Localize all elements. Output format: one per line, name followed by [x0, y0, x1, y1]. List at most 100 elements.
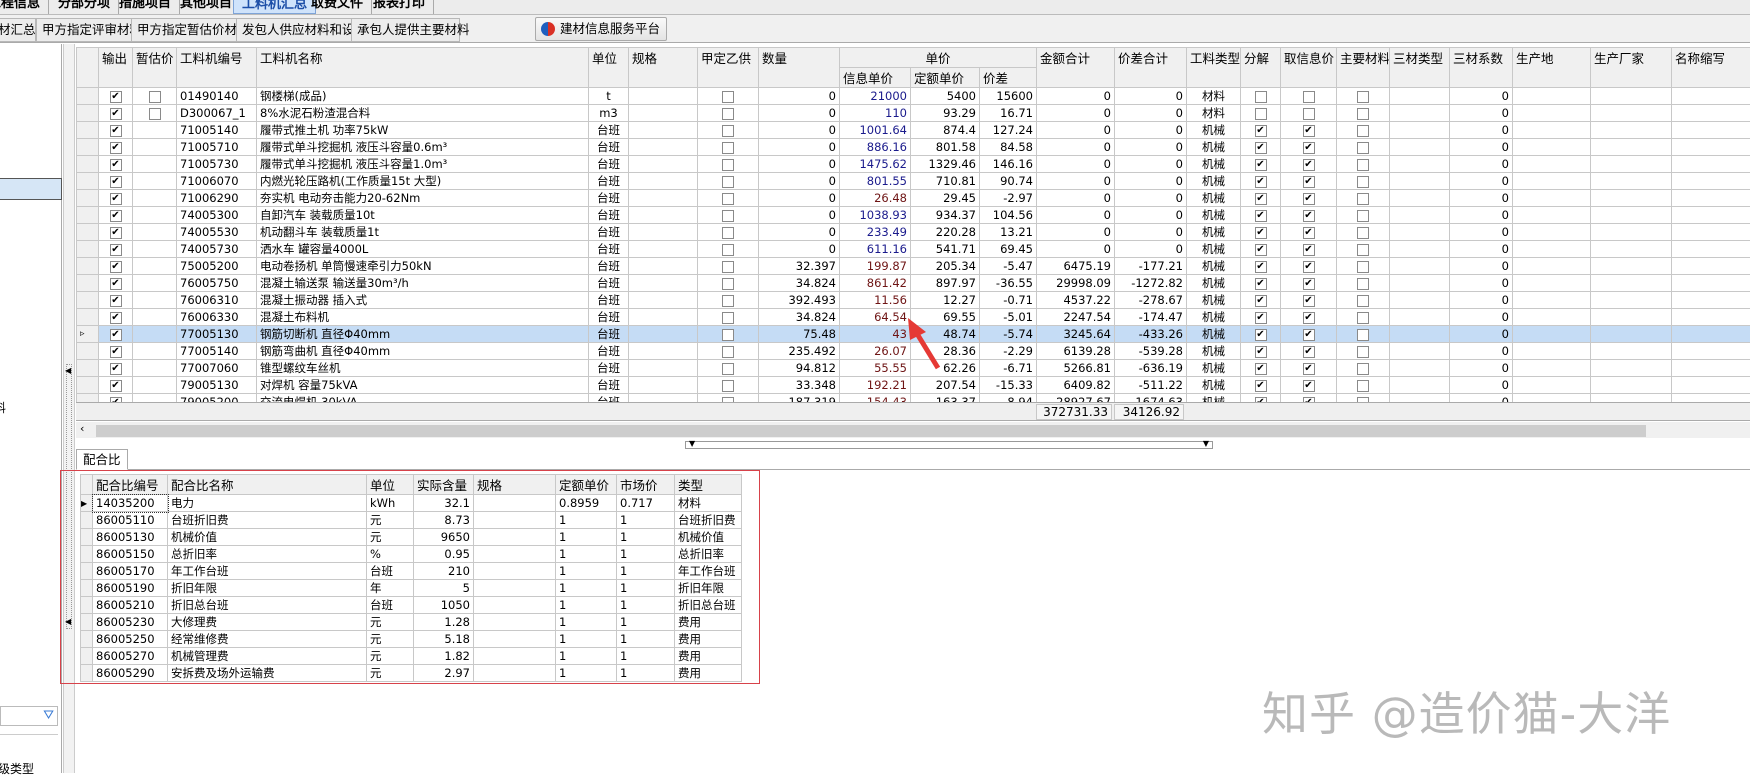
- table-row[interactable]: ✔76006310混凝土振动器 插入式台班392.49311.5612.27-0…: [77, 292, 1750, 309]
- scroll-left-icon[interactable]: ‹: [80, 422, 84, 435]
- header-qty[interactable]: 数量: [759, 48, 840, 88]
- three-type-cell[interactable]: [1390, 360, 1450, 377]
- three-type-cell[interactable]: [1390, 173, 1450, 190]
- main-material-cell[interactable]: [1337, 173, 1390, 190]
- maker-cell[interactable]: [1591, 88, 1672, 105]
- maker-cell[interactable]: [1591, 360, 1672, 377]
- decompose-cell[interactable]: ✔: [1241, 360, 1281, 377]
- owner-supply-checkbox[interactable]: [722, 91, 734, 103]
- owner-supply-cell[interactable]: [698, 241, 759, 258]
- abbr-cell[interactable]: [1672, 190, 1750, 207]
- table-row[interactable]: ✔71005730履带式单斗挖掘机 液压斗容量1.0m³台班01475.6213…: [77, 156, 1750, 173]
- use-info-cell[interactable]: ✔: [1281, 122, 1337, 139]
- table-row[interactable]: ✔76005750混凝土输送泵 输送量30m³/h台班34.824861.428…: [77, 275, 1750, 292]
- decompose-checkbox[interactable]: ✔: [1255, 295, 1267, 307]
- sub-tab[interactable]: 发包人供应材料和设备: [236, 18, 359, 42]
- qty-cell[interactable]: 75.48: [759, 326, 840, 343]
- abbr-cell[interactable]: [1672, 105, 1750, 122]
- decompose-checkbox[interactable]: ✔: [1255, 346, 1267, 358]
- main-material-checkbox[interactable]: [1357, 142, 1369, 154]
- abbr-cell[interactable]: [1672, 258, 1750, 275]
- three-type-cell[interactable]: [1390, 122, 1450, 139]
- decompose-cell[interactable]: ✔: [1241, 156, 1281, 173]
- use-info-price-checkbox[interactable]: ✔: [1303, 176, 1315, 188]
- header-three_type[interactable]: 三材类型: [1390, 48, 1450, 88]
- owner-supply-cell[interactable]: [698, 139, 759, 156]
- table-row[interactable]: ✔75005200电动卷扬机 单筒慢速牵引力50kN台班32.397199.87…: [77, 258, 1750, 275]
- info-price-cell[interactable]: 801.55: [840, 173, 911, 190]
- filter-icon[interactable]: ⛛: [43, 708, 54, 723]
- decompose-cell[interactable]: [1241, 105, 1281, 122]
- owner-supply-cell[interactable]: [698, 309, 759, 326]
- output-checkbox[interactable]: ✔: [110, 261, 122, 273]
- tree-selected-item[interactable]: [0, 178, 62, 200]
- main-material-cell[interactable]: [1337, 326, 1390, 343]
- use-info-cell[interactable]: ✔: [1281, 258, 1337, 275]
- main-material-cell[interactable]: [1337, 156, 1390, 173]
- three-type-cell[interactable]: [1390, 326, 1450, 343]
- abbr-cell[interactable]: [1672, 275, 1750, 292]
- use-info-price-checkbox[interactable]: [1303, 91, 1315, 103]
- row-indicator[interactable]: [77, 258, 99, 275]
- output-checkbox[interactable]: ✔: [110, 159, 122, 171]
- owner-supply-cell[interactable]: [698, 292, 759, 309]
- qty-cell[interactable]: 0: [759, 190, 840, 207]
- three-type-cell[interactable]: [1390, 241, 1450, 258]
- use-info-price-checkbox[interactable]: ✔: [1303, 193, 1315, 205]
- use-info-price-checkbox[interactable]: ✔: [1303, 295, 1315, 307]
- info-price-cell[interactable]: 21000: [840, 88, 911, 105]
- output-checkbox[interactable]: ✔: [110, 329, 122, 341]
- abbr-cell[interactable]: [1672, 173, 1750, 190]
- main-material-cell[interactable]: [1337, 224, 1390, 241]
- maker-cell[interactable]: [1591, 309, 1672, 326]
- main-material-checkbox[interactable]: [1357, 176, 1369, 188]
- origin-cell[interactable]: [1513, 275, 1591, 292]
- three-type-cell[interactable]: [1390, 105, 1450, 122]
- main-material-checkbox[interactable]: [1357, 329, 1369, 341]
- origin-cell[interactable]: [1513, 309, 1591, 326]
- qty-cell[interactable]: 0: [759, 224, 840, 241]
- owner-supply-cell[interactable]: [698, 326, 759, 343]
- owner-supply-cell[interactable]: [698, 156, 759, 173]
- header-output[interactable]: 输出: [99, 48, 133, 88]
- output-checkbox[interactable]: ✔: [110, 193, 122, 205]
- three-coef-cell[interactable]: 0: [1450, 224, 1513, 241]
- main-material-checkbox[interactable]: [1357, 244, 1369, 256]
- main-material-checkbox[interactable]: [1357, 278, 1369, 290]
- main-material-cell[interactable]: [1337, 207, 1390, 224]
- three-type-cell[interactable]: [1390, 275, 1450, 292]
- decompose-checkbox[interactable]: ✔: [1255, 142, 1267, 154]
- owner-supply-checkbox[interactable]: [722, 346, 734, 358]
- table-row[interactable]: ✔71006070内燃光轮压路机(工作质量15t 大型)台班0801.55710…: [77, 173, 1750, 190]
- provisional-cell[interactable]: [133, 343, 177, 360]
- header-spec[interactable]: 规格: [629, 48, 698, 88]
- three-coef-cell[interactable]: 0: [1450, 258, 1513, 275]
- output-checkbox[interactable]: ✔: [110, 346, 122, 358]
- three-coef-cell[interactable]: 0: [1450, 139, 1513, 156]
- three-coef-cell[interactable]: 0: [1450, 88, 1513, 105]
- maker-cell[interactable]: [1591, 292, 1672, 309]
- qty-cell[interactable]: 0: [759, 207, 840, 224]
- provisional-cell[interactable]: [133, 275, 177, 292]
- owner-supply-cell[interactable]: [698, 275, 759, 292]
- decompose-cell[interactable]: ✔: [1241, 292, 1281, 309]
- output-cell[interactable]: ✔: [99, 343, 133, 360]
- qty-cell[interactable]: 0: [759, 241, 840, 258]
- use-info-price-checkbox[interactable]: ✔: [1303, 125, 1315, 137]
- table-row[interactable]: ✔74005730洒水车 罐容量4000L台班0611.16541.7169.4…: [77, 241, 1750, 258]
- info-price-cell[interactable]: 1038.93: [840, 207, 911, 224]
- origin-cell[interactable]: [1513, 360, 1591, 377]
- main-material-checkbox[interactable]: [1357, 227, 1369, 239]
- info-price-cell[interactable]: 26.48: [840, 190, 911, 207]
- row-indicator[interactable]: [77, 88, 99, 105]
- provisional-cell[interactable]: [133, 326, 177, 343]
- menu-tab[interactable]: 其他项目: [172, 0, 241, 14]
- decompose-checkbox[interactable]: ✔: [1255, 159, 1267, 171]
- owner-supply-cell[interactable]: [698, 343, 759, 360]
- maker-cell[interactable]: [1591, 241, 1672, 258]
- row-indicator[interactable]: [77, 105, 99, 122]
- main-material-cell[interactable]: [1337, 360, 1390, 377]
- provisional-cell[interactable]: [133, 258, 177, 275]
- use-info-price-checkbox[interactable]: ✔: [1303, 159, 1315, 171]
- table-row[interactable]: ✔01490140钢楼梯(成品)t02100054001560000材料0: [77, 88, 1750, 105]
